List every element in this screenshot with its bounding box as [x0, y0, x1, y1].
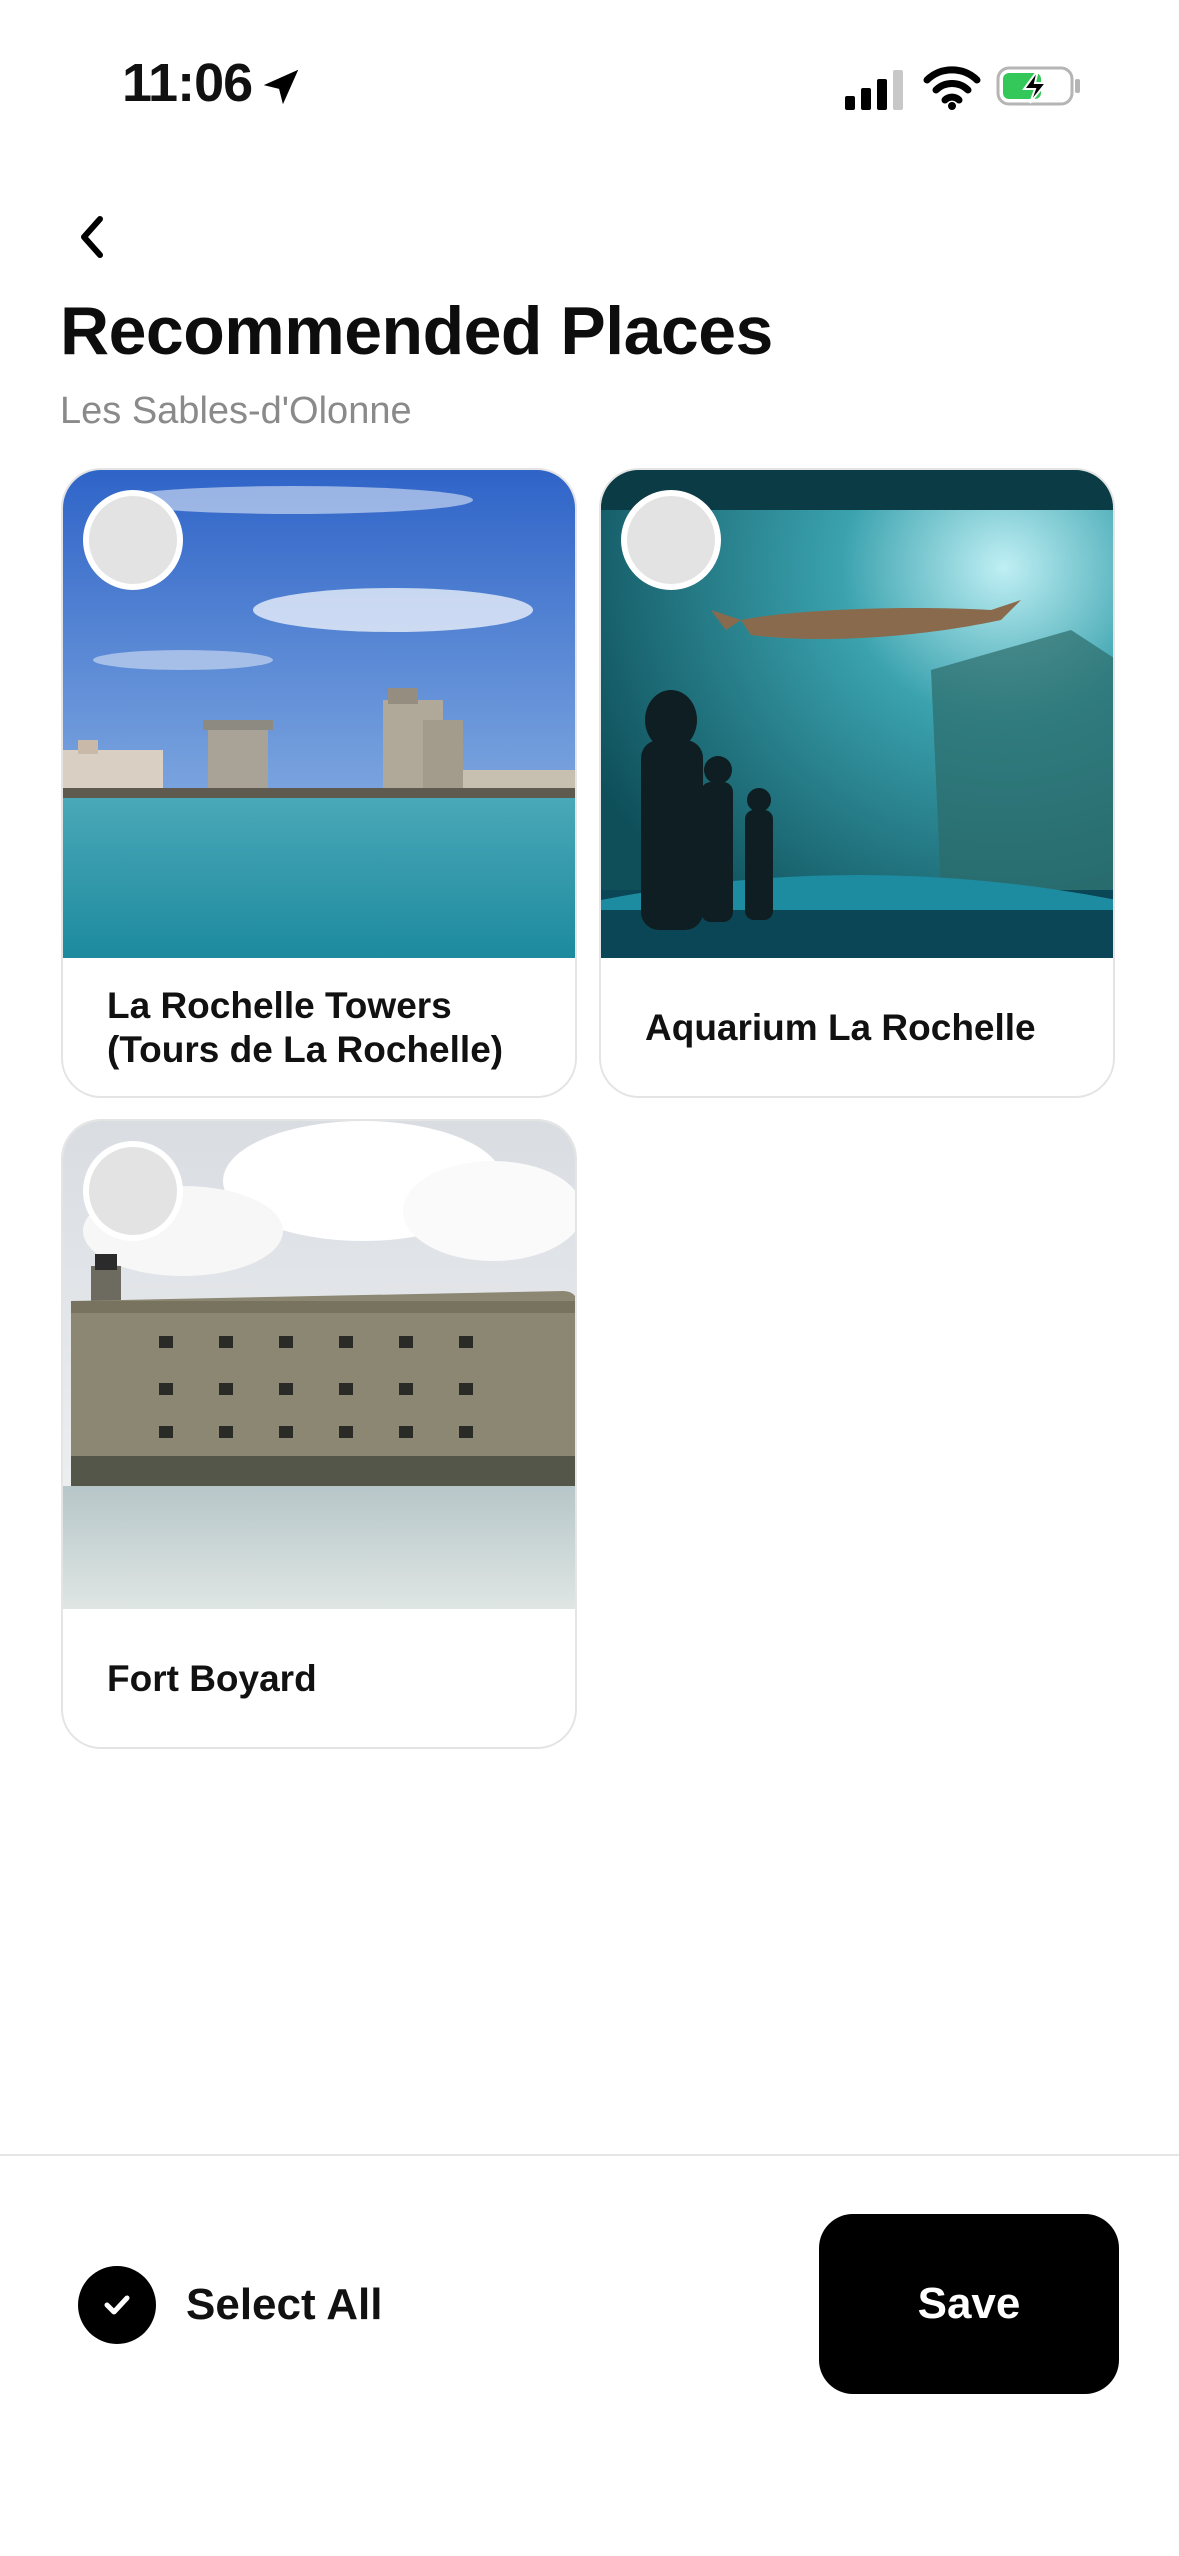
select-all-label: Select All [186, 2280, 383, 2329]
battery-charging-icon [996, 66, 1080, 106]
status-time: 11:06 [122, 53, 253, 113]
checkmark-icon [104, 2295, 130, 2315]
cellular-signal-icon [845, 70, 903, 110]
back-button[interactable] [60, 205, 124, 269]
place-card[interactable]: Aquarium La Rochelle [599, 468, 1115, 1098]
footer-divider [0, 2154, 1179, 2156]
status-bar: 11:06 [0, 0, 1179, 160]
select-circle[interactable] [83, 490, 183, 590]
select-all-toggle[interactable]: Select All [78, 2266, 382, 2344]
select-circle[interactable] [83, 1141, 183, 1241]
select-circle[interactable] [621, 490, 721, 590]
place-name: Aquarium La Rochelle [645, 1007, 1036, 1048]
chevron-left-icon [81, 216, 103, 258]
location-arrow-icon [263, 69, 299, 105]
page-subtitle: Les Sables-d'Olonne [60, 390, 412, 432]
place-name: La Rochelle Towers (Tours de La Rochelle… [107, 985, 504, 1070]
page-title: Recommended Places [60, 293, 773, 369]
place-name: Fort Boyard [107, 1658, 317, 1699]
place-card[interactable]: Fort Boyard [61, 1119, 577, 1749]
wifi-icon [923, 66, 981, 110]
place-card[interactable]: La Rochelle Towers (Tours de La Rochelle… [61, 468, 577, 1098]
checkmark-circle-icon [78, 2266, 156, 2344]
save-button[interactable]: Save [819, 2214, 1119, 2394]
